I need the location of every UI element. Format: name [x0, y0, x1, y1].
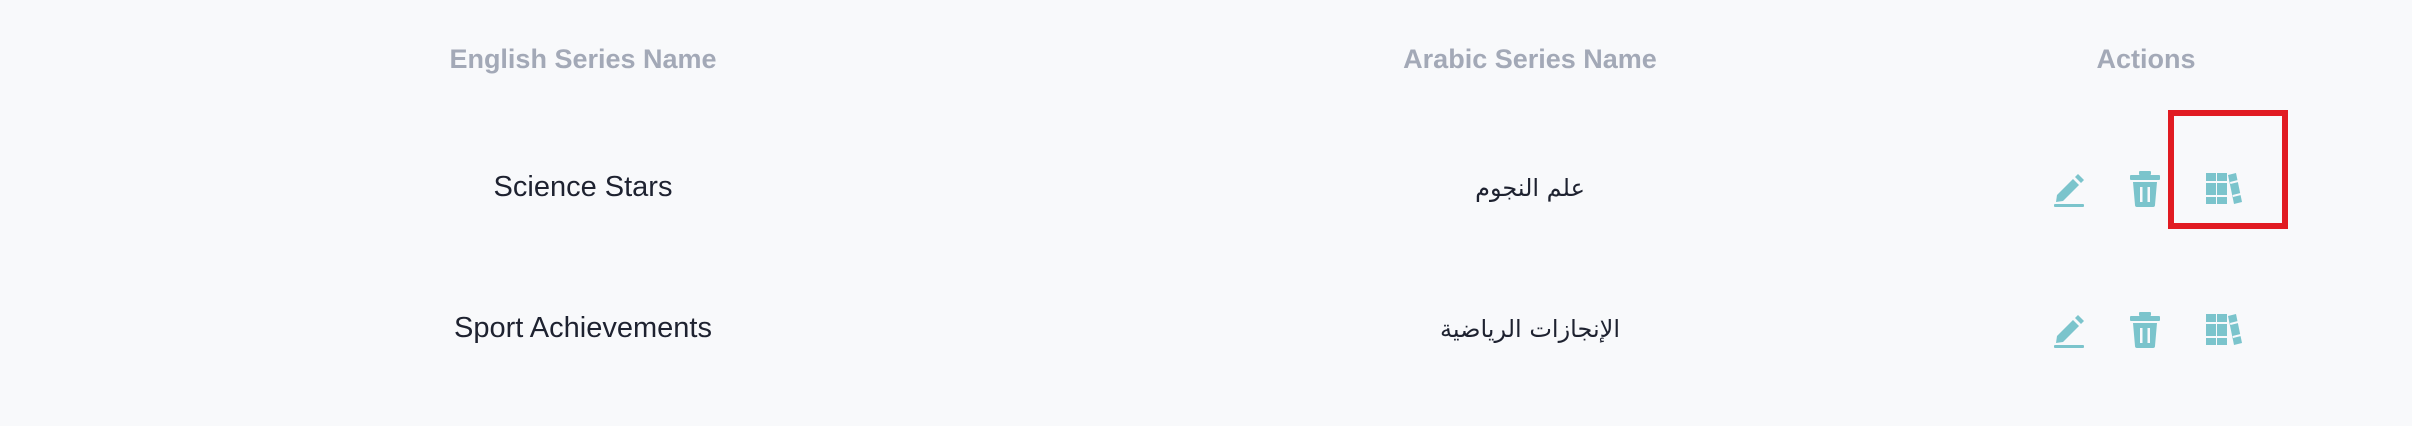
- row-2-english-name: Sport Achievements: [454, 312, 712, 344]
- column-header-actions: Actions: [2096, 44, 2196, 74]
- row-1-delete-button[interactable]: [2123, 166, 2167, 210]
- series-table: English Series Name Arabic Series Name A…: [0, 0, 2412, 426]
- row-2-books-button[interactable]: [2201, 307, 2245, 351]
- trash-icon: [2130, 171, 2160, 207]
- row-1-english-name: Science Stars: [493, 171, 673, 203]
- pencil-icon: [2054, 315, 2084, 348]
- books-icon: [2206, 314, 2242, 345]
- column-header-arabic-series-name: Arabic Series Name: [1403, 44, 1657, 74]
- pencil-icon: [2054, 174, 2084, 207]
- column-header-english-series-name: English Series Name: [449, 44, 717, 74]
- row-2-delete-button[interactable]: [2123, 307, 2167, 351]
- trash-icon: [2130, 312, 2160, 348]
- row-1-books-button[interactable]: [2201, 166, 2245, 210]
- row-2-arabic-name: الإنجازات الرياضية: [1439, 315, 1621, 343]
- row-1-arabic-name: علم النجوم: [1475, 174, 1585, 202]
- row-1-edit-button[interactable]: [2047, 166, 2091, 210]
- row-2-edit-button[interactable]: [2047, 307, 2091, 351]
- books-icon: [2206, 173, 2242, 204]
